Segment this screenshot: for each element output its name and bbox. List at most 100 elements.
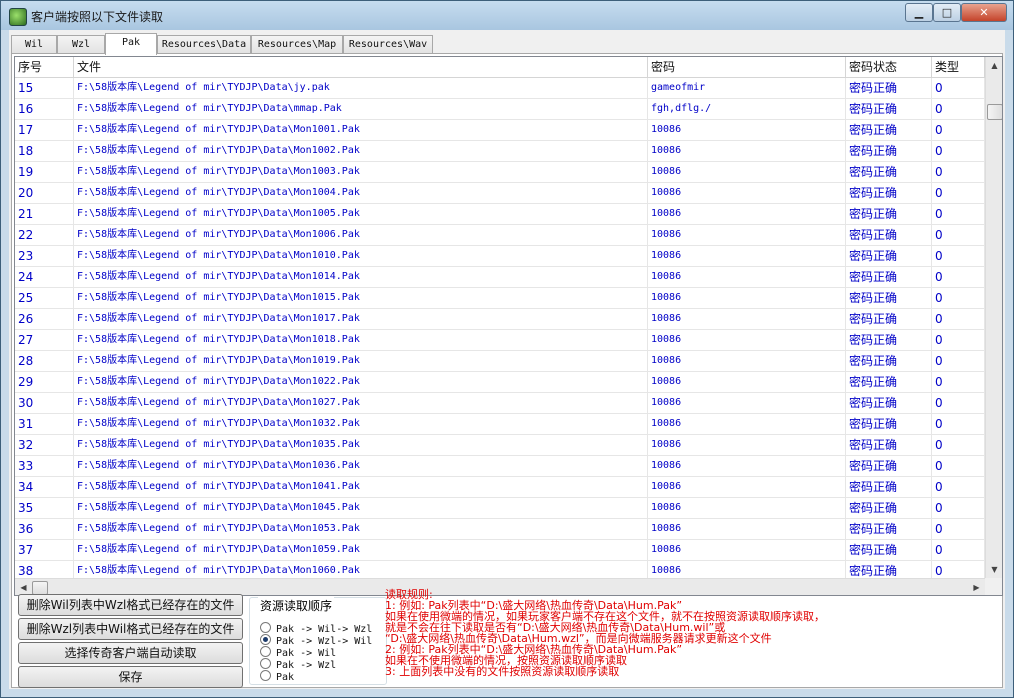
cell-type[interactable]: 0 [932,540,985,560]
cell-no[interactable]: 32 [15,435,74,455]
table-row[interactable]: 37 F:\58版本库\Legend of mir\TYDJP\Data\Mon1… [15,540,985,561]
cell-no[interactable]: 23 [15,246,74,266]
cell-no[interactable]: 22 [15,225,74,245]
title-bar[interactable]: 客户端按照以下文件读取 ▁ □ ✕ [1,1,1013,30]
table-row[interactable]: 31 F:\58版本库\Legend of mir\TYDJP\Data\Mon1… [15,414,985,435]
cell-password[interactable]: 10086 [648,393,846,413]
cell-type[interactable]: 0 [932,477,985,497]
horizontal-scroll-thumb[interactable] [32,581,48,595]
cell-no[interactable]: 28 [15,351,74,371]
table-row[interactable]: 29 F:\58版本库\Legend of mir\TYDJP\Data\Mon1… [15,372,985,393]
table-row[interactable]: 33 F:\58版本库\Legend of mir\TYDJP\Data\Mon1… [15,456,985,477]
table-row[interactable]: 23 F:\58版本库\Legend of mir\TYDJP\Data\Mon1… [15,246,985,267]
cell-status[interactable]: 密码正确 [846,225,932,245]
cell-status[interactable]: 密码正确 [846,309,932,329]
cell-password[interactable]: 10086 [648,519,846,539]
cell-file[interactable]: F:\58版本库\Legend of mir\TYDJP\Data\Mon105… [74,519,648,539]
cell-password[interactable]: 10086 [648,351,846,371]
tab-pak[interactable]: Pak [105,33,157,55]
cell-password[interactable]: 10086 [648,162,846,182]
cell-type[interactable]: 0 [932,225,985,245]
table-row[interactable]: 18 F:\58版本库\Legend of mir\TYDJP\Data\Mon1… [15,141,985,162]
column-header-status[interactable]: 密码状态 [846,57,932,77]
cell-password[interactable]: fgh,dflg./ [648,99,846,119]
file-grid[interactable]: 序号 文件 密码 密码状态 类型 15 F:\58版本库\Legend of mi… [14,56,1003,596]
cell-status[interactable]: 密码正确 [846,162,932,182]
load-order-option-3[interactable]: Pak -> Wil [260,646,336,659]
cell-no[interactable]: 34 [15,477,74,497]
cell-no[interactable]: 20 [15,183,74,203]
cell-no[interactable]: 30 [15,393,74,413]
radio-icon[interactable] [260,670,271,681]
cell-file[interactable]: F:\58版本库\Legend of mir\TYDJP\Data\Mon106… [74,561,648,578]
table-row[interactable]: 35 F:\58版本库\Legend of mir\TYDJP\Data\Mon1… [15,498,985,519]
table-row[interactable]: 15 F:\58版本库\Legend of mir\TYDJP\Data\jy.p… [15,78,985,99]
scroll-up-arrow-icon[interactable]: ▲ [986,57,1002,74]
tab-resources-wav[interactable]: Resources\Wav [343,35,433,54]
column-header-password[interactable]: 密码 [648,57,846,77]
cell-file[interactable]: F:\58版本库\Legend of mir\TYDJP\Data\Mon101… [74,330,648,350]
vertical-scroll-thumb[interactable] [987,104,1002,120]
table-row[interactable]: 25 F:\58版本库\Legend of mir\TYDJP\Data\Mon1… [15,288,985,309]
column-header-file[interactable]: 文件 [74,57,648,77]
cell-no[interactable]: 35 [15,498,74,518]
table-row[interactable]: 19 F:\58版本库\Legend of mir\TYDJP\Data\Mon1… [15,162,985,183]
cell-no[interactable]: 15 [15,78,74,98]
load-order-option-1[interactable]: Pak -> Wil-> Wzl [260,622,372,635]
table-row[interactable]: 16 F:\58版本库\Legend of mir\TYDJP\Data\mmap… [15,99,985,120]
cell-type[interactable]: 0 [932,246,985,266]
cell-password[interactable]: 10086 [648,204,846,224]
cell-type[interactable]: 0 [932,99,985,119]
load-order-option-2[interactable]: Pak -> Wzl-> Wil [260,634,372,647]
cell-type[interactable]: 0 [932,456,985,476]
cell-status[interactable]: 密码正确 [846,561,932,578]
cell-file[interactable]: F:\58版本库\Legend of mir\TYDJP\Data\Mon102… [74,393,648,413]
table-row[interactable]: 30 F:\58版本库\Legend of mir\TYDJP\Data\Mon1… [15,393,985,414]
cell-type[interactable]: 0 [932,330,985,350]
cell-type[interactable]: 0 [932,561,985,578]
cell-type[interactable]: 0 [932,204,985,224]
cell-no[interactable]: 17 [15,120,74,140]
cell-type[interactable]: 0 [932,393,985,413]
delete-wzl-duplicates-button[interactable]: 删除Wzl列表中Wil格式已经存在的文件 [18,618,243,640]
cell-password[interactable]: 10086 [648,540,846,560]
maximize-button[interactable]: □ [933,3,961,22]
table-row[interactable]: 26 F:\58版本库\Legend of mir\TYDJP\Data\Mon1… [15,309,985,330]
cell-type[interactable]: 0 [932,141,985,161]
cell-no[interactable]: 33 [15,456,74,476]
cell-type[interactable]: 0 [932,288,985,308]
cell-no[interactable]: 25 [15,288,74,308]
cell-password[interactable]: 10086 [648,183,846,203]
cell-status[interactable]: 密码正确 [846,267,932,287]
cell-file[interactable]: F:\58版本库\Legend of mir\TYDJP\Data\Mon100… [74,183,648,203]
cell-status[interactable]: 密码正确 [846,141,932,161]
cell-file[interactable]: F:\58版本库\Legend of mir\TYDJP\Data\Mon100… [74,141,648,161]
load-order-option-5[interactable]: Pak [260,670,294,683]
table-row[interactable]: 27 F:\58版本库\Legend of mir\TYDJP\Data\Mon1… [15,330,985,351]
tab-wil[interactable]: Wil [11,35,57,54]
cell-password[interactable]: 10086 [648,435,846,455]
cell-status[interactable]: 密码正确 [846,435,932,455]
cell-type[interactable]: 0 [932,519,985,539]
cell-type[interactable]: 0 [932,183,985,203]
cell-password[interactable]: 10086 [648,309,846,329]
cell-password[interactable]: 10086 [648,246,846,266]
cell-no[interactable]: 38 [15,561,74,578]
cell-status[interactable]: 密码正确 [846,414,932,434]
cell-file[interactable]: F:\58版本库\Legend of mir\TYDJP\Data\Mon103… [74,435,648,455]
cell-no[interactable]: 21 [15,204,74,224]
cell-password[interactable]: 10086 [648,477,846,497]
cell-file[interactable]: F:\58版本库\Legend of mir\TYDJP\Data\Mon101… [74,309,648,329]
radio-icon[interactable] [260,622,271,633]
table-row[interactable]: 32 F:\58版本库\Legend of mir\TYDJP\Data\Mon1… [15,435,985,456]
radio-checked-icon[interactable] [260,634,271,645]
cell-status[interactable]: 密码正确 [846,393,932,413]
cell-no[interactable]: 18 [15,141,74,161]
cell-file[interactable]: F:\58版本库\Legend of mir\TYDJP\Data\Mon102… [74,372,648,392]
table-row[interactable]: 34 F:\58版本库\Legend of mir\TYDJP\Data\Mon1… [15,477,985,498]
cell-password[interactable]: 10086 [648,288,846,308]
table-row[interactable]: 28 F:\58版本库\Legend of mir\TYDJP\Data\Mon1… [15,351,985,372]
table-row[interactable]: 22 F:\58版本库\Legend of mir\TYDJP\Data\Mon1… [15,225,985,246]
cell-no[interactable]: 31 [15,414,74,434]
select-client-button[interactable]: 选择传奇客户端自动读取 [18,642,243,664]
